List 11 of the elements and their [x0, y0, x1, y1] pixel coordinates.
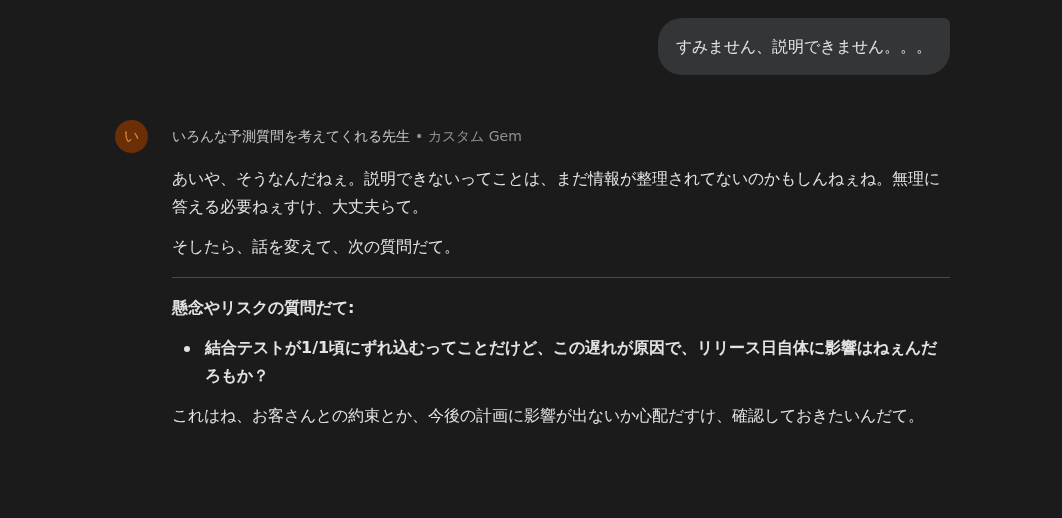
- response-paragraph: これはね、お客さんとの約束とか、今後の計画に影響が出ないか心配だすけ、確認しておきたいんだて。: [172, 405, 925, 427]
- bullet-icon: [184, 346, 190, 352]
- gem-type: カスタム Gem: [428, 127, 522, 146]
- bullet-text: 結合テストが1/1頃にずれ込むってことだけど、この遅れが原因で、リリース日自体に影響はねぇんだろもか？: [205, 337, 939, 387]
- gem-name: いろんな予測質問を考えてくれる先生: [172, 127, 410, 146]
- separator-dot: •: [415, 127, 424, 146]
- avatar: い: [115, 120, 148, 153]
- user-message-bubble: すみません、説明できません。。。: [658, 18, 950, 75]
- response-paragraph: そしたら、話を変えて、次の質問だて。: [172, 236, 461, 258]
- response-paragraph: あいや、そうなんだねぇ。説明できないってことは、まだ情報が整理されてないのかもしんねぇね。無理に答える必要ねぇすけ、大丈夫らて。: [172, 168, 941, 218]
- section-heading: 懸念やリスクの質問だて:: [172, 297, 356, 319]
